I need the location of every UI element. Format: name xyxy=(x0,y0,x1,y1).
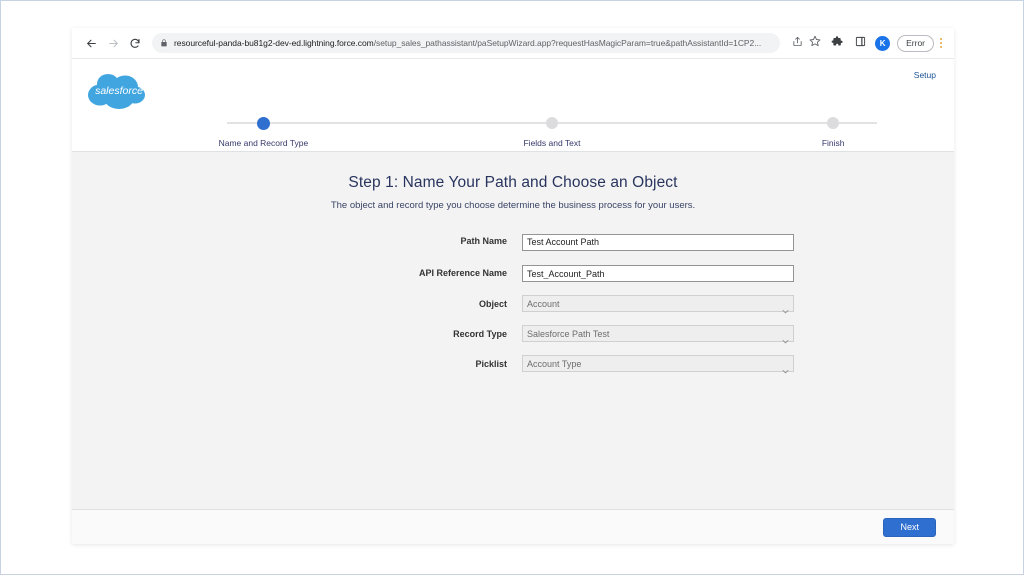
setup-link[interactable]: Setup xyxy=(914,70,936,80)
wizard-header: salesforce Setup Name and Record Type Fi… xyxy=(72,59,954,152)
arrow-left-icon xyxy=(85,37,98,50)
field-label-path-name: Path Name xyxy=(232,236,522,246)
lock-icon xyxy=(160,39,168,47)
field-label-api-reference-name: API Reference Name xyxy=(232,268,522,278)
url-text: resourceful-panda-bu81g2-dev-ed.lightnin… xyxy=(174,33,761,53)
field-label-picklist: Picklist xyxy=(232,359,522,369)
error-label: Error xyxy=(906,38,925,48)
browser-menu-button[interactable] xyxy=(935,33,947,53)
field-label-object: Object xyxy=(232,299,522,309)
record-type-select-value: Salesforce Path Test xyxy=(527,329,609,339)
form-row-api-reference-name: API Reference Name xyxy=(72,264,954,283)
salesforce-logo: salesforce xyxy=(83,67,155,117)
object-select[interactable]: Account xyxy=(522,295,794,312)
address-bar[interactable]: resourceful-panda-bu81g2-dev-ed.lightnin… xyxy=(152,33,780,53)
screenshot-canvas: resourceful-panda-bu81g2-dev-ed.lightnin… xyxy=(0,0,1024,575)
share-button[interactable] xyxy=(788,34,806,52)
picklist-select-value: Account Type xyxy=(527,359,581,369)
wizard-progress: Name and Record Type Fields and Text Fin… xyxy=(182,117,922,151)
form-row-record-type: Record Type Salesforce Path Test xyxy=(72,325,954,342)
forward-button[interactable] xyxy=(102,32,124,54)
record-type-select[interactable]: Salesforce Path Test xyxy=(522,325,794,342)
arrow-right-icon xyxy=(107,37,120,50)
wizard-step-name-and-record-type[interactable]: Name and Record Type xyxy=(183,117,343,148)
api-reference-name-input[interactable] xyxy=(522,265,794,282)
reload-button[interactable] xyxy=(124,32,146,54)
next-button[interactable]: Next xyxy=(883,518,936,537)
step-label: Finish xyxy=(753,138,913,148)
extensions-button[interactable] xyxy=(827,33,847,53)
bookmark-button[interactable] xyxy=(806,34,824,52)
step-dot-icon xyxy=(257,117,270,130)
reload-icon xyxy=(129,37,141,49)
wizard-footer: Next xyxy=(72,509,954,544)
browser-window: resourceful-panda-bu81g2-dev-ed.lightnin… xyxy=(72,28,954,544)
side-panel-button[interactable] xyxy=(850,33,870,53)
wizard-step-fields-and-text[interactable]: Fields and Text xyxy=(472,117,632,148)
puzzle-piece-icon xyxy=(831,34,843,52)
page-title: Step 1: Name Your Path and Choose an Obj… xyxy=(72,174,954,192)
object-select-value: Account xyxy=(527,299,560,309)
field-label-record-type: Record Type xyxy=(232,329,522,339)
page-viewport: salesforce Setup Name and Record Type Fi… xyxy=(72,59,954,544)
share-icon xyxy=(792,34,803,52)
error-status-button[interactable]: Error xyxy=(897,35,934,52)
avatar-initial: K xyxy=(880,39,886,48)
wizard-step-finish[interactable]: Finish xyxy=(753,117,913,148)
step-label: Fields and Text xyxy=(472,138,632,148)
step-dot-icon xyxy=(827,117,839,129)
side-panel-icon xyxy=(855,34,866,52)
star-icon xyxy=(809,34,821,52)
browser-toolbar: resourceful-panda-bu81g2-dev-ed.lightnin… xyxy=(72,28,954,59)
avatar[interactable]: K xyxy=(875,36,890,51)
page-subtitle: The object and record type you choose de… xyxy=(72,200,954,211)
main-content: Step 1: Name Your Path and Choose an Obj… xyxy=(72,152,954,509)
form-row-object: Object Account xyxy=(72,295,954,312)
form-row-picklist: Picklist Account Type xyxy=(72,355,954,372)
step-dot-icon xyxy=(546,117,558,129)
form-row-path-name: Path Name xyxy=(72,232,954,251)
back-button[interactable] xyxy=(80,32,102,54)
step-label: Name and Record Type xyxy=(183,138,343,148)
path-name-input[interactable] xyxy=(522,234,794,251)
picklist-select[interactable]: Account Type xyxy=(522,355,794,372)
svg-text:salesforce: salesforce xyxy=(95,85,143,97)
vertical-dots-icon xyxy=(940,38,942,40)
path-setup-form: Path Name API Reference Name xyxy=(72,232,954,372)
